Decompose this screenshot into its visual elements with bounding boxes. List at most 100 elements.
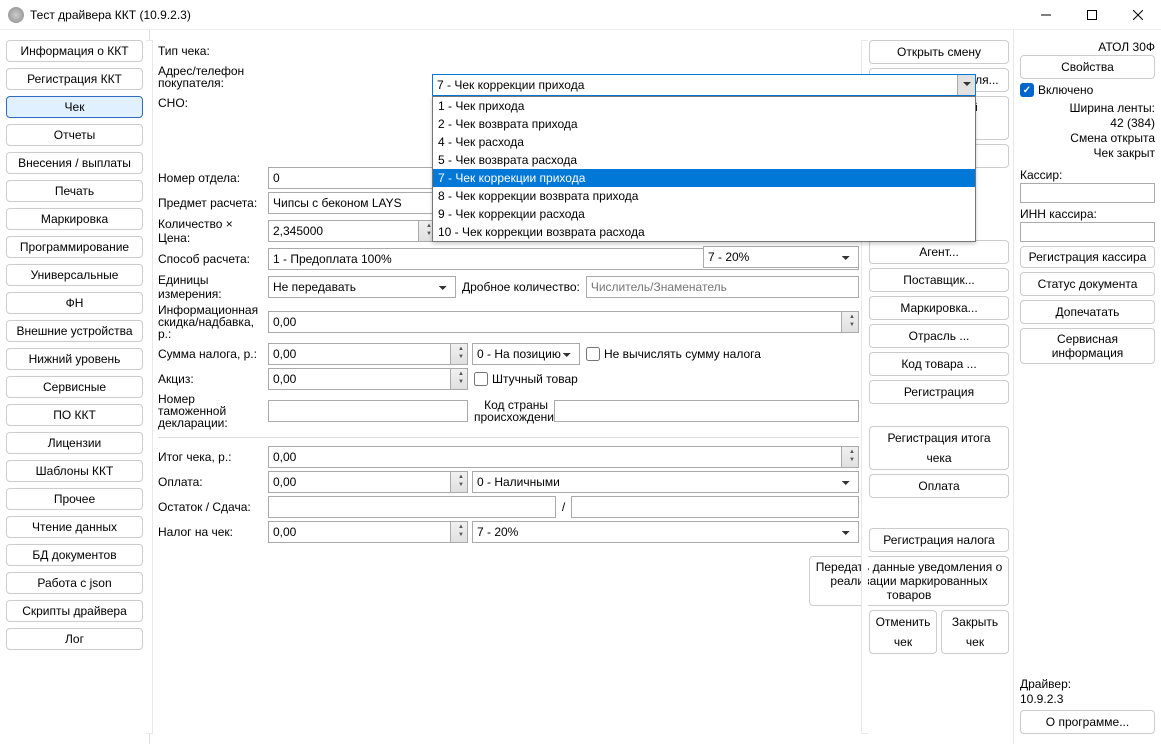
nav-лицензии[interactable]: Лицензии bbox=[6, 432, 143, 454]
country-input[interactable] bbox=[554, 400, 859, 422]
check-type-option[interactable]: 1 - Чек прихода bbox=[433, 97, 975, 115]
reg-cashier-button[interactable]: Регистрация кассира bbox=[1020, 246, 1155, 268]
tax-check-rate-select[interactable]: 7 - 20% bbox=[472, 521, 859, 543]
tape-label: Ширина ленты: bbox=[1020, 101, 1155, 115]
nav-чтение-данных[interactable]: Чтение данных bbox=[6, 516, 143, 538]
label-country: Код страны происхождения: bbox=[468, 399, 554, 423]
cancel-check-button[interactable]: Отменить чек bbox=[869, 610, 937, 654]
nav-по-ккт[interactable]: ПО ККТ bbox=[6, 404, 143, 426]
check-type-select[interactable]: 7 - Чек коррекции прихода bbox=[432, 74, 976, 96]
label-sno: СНО: bbox=[158, 96, 268, 110]
reg-tax-button[interactable]: Регистрация налога bbox=[869, 528, 1009, 552]
app-icon bbox=[8, 7, 24, 23]
check-state: Чек закрыт bbox=[1020, 146, 1155, 160]
nav-регистрация-ккт[interactable]: Регистрация ККТ bbox=[6, 68, 143, 90]
nav-нижний-уровень[interactable]: Нижний уровень bbox=[6, 348, 143, 370]
check-type-option[interactable]: 5 - Чек возврата расхода bbox=[433, 151, 975, 169]
check-type-option[interactable]: 8 - Чек коррекции возврата прихода bbox=[433, 187, 975, 205]
remainder-input[interactable] bbox=[268, 496, 556, 518]
no-tax-checkbox[interactable] bbox=[586, 347, 600, 361]
properties-button[interactable]: Свойства bbox=[1020, 55, 1155, 79]
service-info-button[interactable]: Сервисная информация bbox=[1020, 328, 1155, 364]
check-type-option[interactable]: 9 - Чек коррекции расхода bbox=[433, 205, 975, 223]
nav-сервисные[interactable]: Сервисные bbox=[6, 376, 143, 398]
device-name: АТОЛ 30Ф bbox=[1020, 40, 1155, 54]
piece-checkbox[interactable] bbox=[474, 372, 488, 386]
gtd-input[interactable] bbox=[268, 400, 468, 422]
nav-программирование[interactable]: Программирование bbox=[6, 236, 143, 258]
nav-универсальные-счетчики[interactable]: Универсальные счетчики bbox=[6, 264, 143, 286]
close-check-button[interactable]: Закрыть чек bbox=[941, 610, 1009, 654]
tax-sum-input[interactable] bbox=[268, 343, 468, 365]
check-type-option[interactable]: 10 - Чек коррекции возврата расхода bbox=[433, 223, 975, 241]
cashier-label: Кассир: bbox=[1020, 168, 1155, 182]
label-buyer-addr: Адрес/телефон покупателя: bbox=[158, 65, 268, 89]
code-button[interactable]: Код товара ... bbox=[869, 352, 1009, 376]
nav-работа-с-json[interactable]: Работа с json bbox=[6, 572, 143, 594]
doc-status-button[interactable]: Статус документа bbox=[1020, 272, 1155, 296]
info-column: АТОЛ 30Ф Свойства Включено Ширина ленты:… bbox=[1013, 30, 1161, 744]
nav-отчеты[interactable]: Отчеты bbox=[6, 124, 143, 146]
label-excise: Акциз: bbox=[158, 372, 268, 386]
driver-label: Драйвер: bbox=[1020, 677, 1155, 691]
nav-sidebar: Информация о ККТ Регистрация ККТ Чек Отчеты… bbox=[0, 30, 150, 744]
nav-прочее[interactable]: Прочее bbox=[6, 488, 143, 510]
nav-лог[interactable]: Лог bbox=[6, 628, 143, 650]
cashier-input[interactable] bbox=[1020, 183, 1155, 203]
cashier-inn-input[interactable] bbox=[1020, 222, 1155, 242]
qty-input[interactable] bbox=[268, 220, 436, 242]
excise-input[interactable] bbox=[268, 368, 468, 390]
titlebar: Тест драйвера ККТ (10.9.2.3) bbox=[0, 0, 1161, 30]
nav-внешние-устройства[interactable]: Внешние устройства bbox=[6, 320, 143, 342]
nav-внесения-выплаты[interactable]: Внесения / выплаты bbox=[6, 152, 143, 174]
nav-информация-о-ккт[interactable]: Информация о ККТ bbox=[6, 40, 143, 62]
nav-шаблоны-ккт[interactable]: Шаблоны ККТ bbox=[6, 460, 143, 482]
enabled-checkbox[interactable] bbox=[1020, 83, 1034, 97]
supplier-button[interactable]: Поставщик... bbox=[869, 268, 1009, 292]
label-info-disc: Информационная скидка/надбавка, р.: bbox=[158, 304, 268, 340]
register-button[interactable]: Регистрация bbox=[869, 380, 1009, 404]
minimize-button[interactable] bbox=[1023, 0, 1069, 30]
total-input[interactable] bbox=[268, 446, 859, 468]
tax-check-input[interactable] bbox=[268, 521, 468, 543]
nav-скрипты-драйвера[interactable]: Скрипты драйвера bbox=[6, 600, 143, 622]
label-units: Единицы измерения: bbox=[158, 273, 268, 301]
cashier-inn-label: ИНН кассира: bbox=[1020, 207, 1155, 221]
change-input[interactable] bbox=[571, 496, 859, 518]
nav-фн[interactable]: ФН bbox=[6, 292, 143, 314]
check-type-dropdown[interactable]: 1 - Чек прихода2 - Чек возврата прихода4… bbox=[432, 96, 976, 242]
check-type-selected: 7 - Чек коррекции прихода bbox=[437, 78, 584, 92]
info-disc-input[interactable] bbox=[268, 311, 859, 333]
nav-печать[interactable]: Печать bbox=[6, 180, 143, 202]
check-type-option[interactable]: 7 - Чек коррекции прихода bbox=[433, 169, 975, 187]
nav-бд-документов[interactable]: БД документов bbox=[6, 544, 143, 566]
marking-button[interactable]: Маркировка... bbox=[869, 296, 1009, 320]
industry-button[interactable]: Отрасль ... bbox=[869, 324, 1009, 348]
label-frac-qty: Дробное количество: bbox=[456, 280, 586, 294]
check-type-option[interactable]: 2 - Чек возврата прихода bbox=[433, 115, 975, 133]
tape-value: 42 (384) bbox=[1020, 116, 1155, 130]
open-shift-button[interactable]: Открыть смену bbox=[869, 40, 1009, 64]
tax-rate-select[interactable]: 7 - 20% bbox=[703, 246, 859, 268]
label-piece: Штучный товар bbox=[492, 372, 578, 386]
about-button[interactable]: О программе... bbox=[1020, 710, 1155, 734]
agent-button[interactable]: Агент... bbox=[869, 240, 1009, 264]
nav-чек[interactable]: Чек bbox=[6, 96, 143, 118]
send-notif-button[interactable]: Передать данные уведомления о реализации… bbox=[809, 556, 1009, 606]
reg-total-button[interactable]: Регистрация итога чека bbox=[869, 426, 1009, 470]
frac-qty-input[interactable] bbox=[586, 276, 859, 298]
maximize-button[interactable] bbox=[1069, 0, 1115, 30]
check-type-option[interactable]: 4 - Чек расхода bbox=[433, 133, 975, 151]
reprint-button[interactable]: Допечатать bbox=[1020, 300, 1155, 324]
payment-type-select[interactable]: 0 - Наличными bbox=[472, 471, 859, 493]
units-select[interactable]: Не передавать bbox=[268, 276, 456, 298]
driver-version: 10.9.2.3 bbox=[1020, 692, 1155, 706]
tax-mode-select[interactable]: 0 - На позицию bbox=[472, 343, 580, 365]
nav-маркировка[interactable]: Маркировка bbox=[6, 208, 143, 230]
label-payment: Оплата: bbox=[158, 475, 268, 489]
chevron-down-icon bbox=[963, 82, 971, 90]
label-slash: / bbox=[556, 500, 571, 514]
close-button[interactable] bbox=[1115, 0, 1161, 30]
pay-button[interactable]: Оплата bbox=[869, 474, 1009, 498]
payment-input[interactable] bbox=[268, 471, 468, 493]
